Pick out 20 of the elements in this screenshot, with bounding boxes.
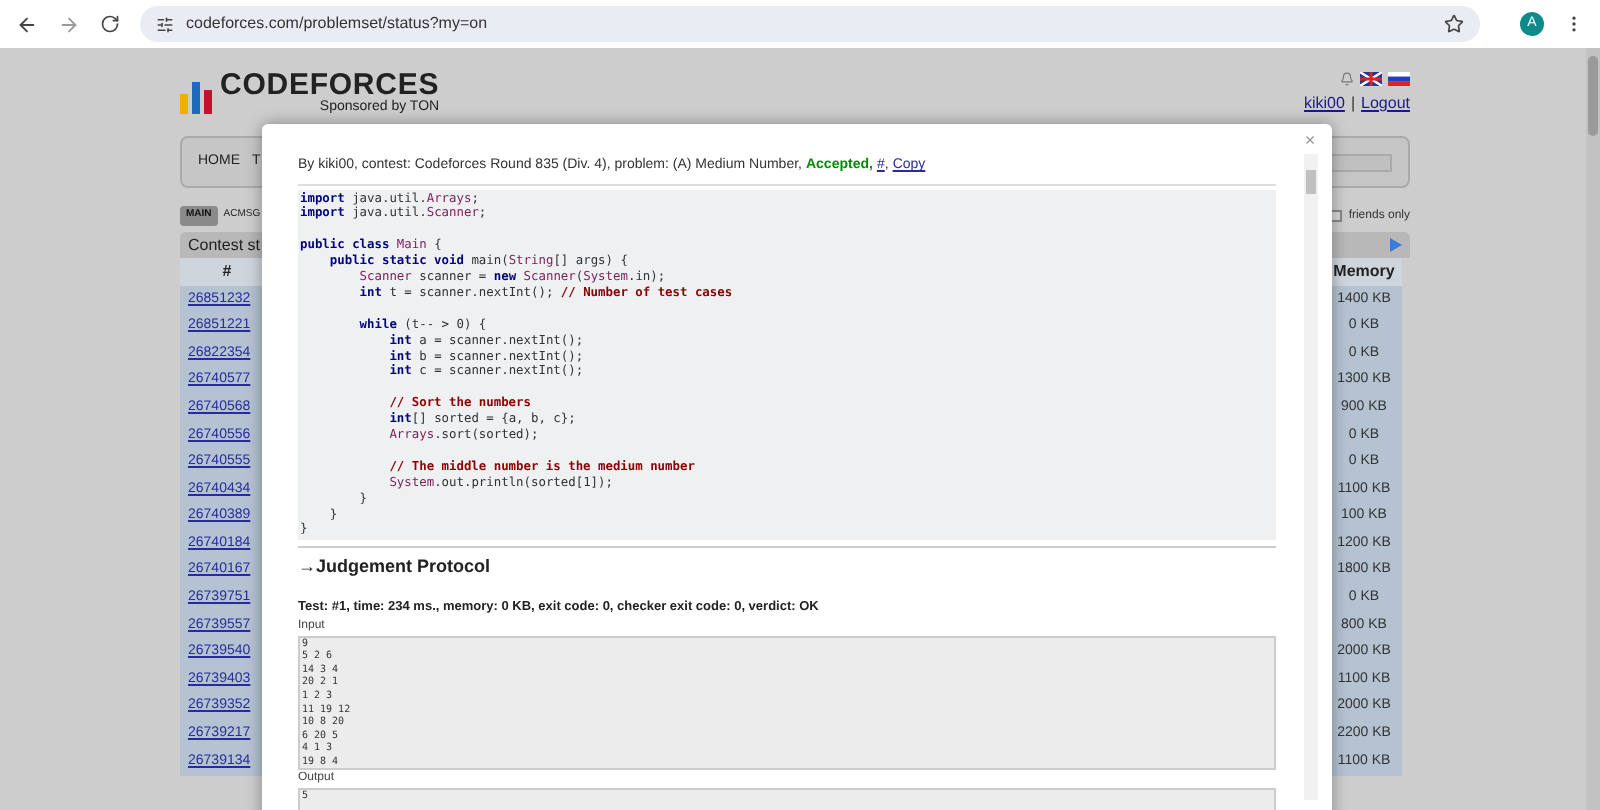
table-title: Contest st — [188, 233, 261, 257]
url-text: codeforces.com/problemset/status?my=on — [186, 12, 490, 36]
site-settings-icon[interactable] — [156, 15, 174, 33]
logo-text: CODEFORCES — [220, 70, 440, 100]
back-icon[interactable] — [16, 13, 38, 35]
reload-icon[interactable] — [100, 14, 120, 34]
english-flag-icon[interactable] — [1360, 72, 1382, 86]
logout-link[interactable]: Logout — [1361, 92, 1410, 116]
forward-icon[interactable] — [58, 13, 80, 35]
dialog-scrollbar[interactable] — [1303, 154, 1317, 800]
logo-bars-icon — [180, 82, 212, 114]
notification-bell-icon[interactable] — [1340, 72, 1354, 86]
separator-text: | — [1350, 92, 1356, 116]
page-scrollbar[interactable] — [1586, 48, 1600, 810]
column-header: Memory — [1326, 258, 1402, 286]
section-heading: →Judgement Protocol — [298, 554, 493, 581]
russian-flag-icon[interactable] — [1388, 72, 1410, 86]
username-link[interactable]: kiki00 — [1304, 92, 1345, 116]
address-bar[interactable]: codeforces.com/problemset/status?my=on — [140, 6, 1480, 42]
bookmark-star-icon[interactable] — [1444, 14, 1464, 34]
